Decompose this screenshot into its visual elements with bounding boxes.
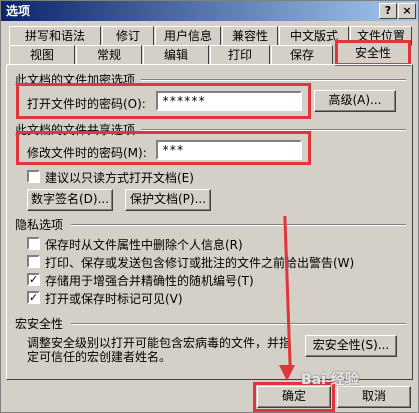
highlight-open-password (16, 83, 311, 119)
privacy-label-remove-info: 保存时从文件属性中删除个人信息(R) (45, 238, 243, 252)
tab-print[interactable]: 打印 (210, 45, 270, 65)
tab-view[interactable]: 视图 (9, 45, 75, 65)
privacy-checkbox-random-number[interactable]: ✓ (27, 273, 40, 286)
title-bar: 选项 ? × (1, 1, 418, 21)
readonly-label: 建议以只读方式打开文档(E) (45, 171, 194, 185)
privacy-section-divider (71, 224, 406, 226)
tab-compatibility[interactable]: 兼容性 (222, 26, 278, 46)
privacy-checkbox-visible-markup[interactable]: ✓ (27, 291, 40, 304)
tab-track-changes[interactable]: 修订 (102, 26, 154, 46)
window-title: 选项 (6, 4, 31, 18)
highlight-modify-password (16, 131, 311, 165)
digital-signature-button[interactable]: 数字签名(D)... (27, 189, 113, 211)
macro-description-line2: 定可信任的宏创建者姓名。 (27, 350, 172, 364)
tab-spelling-grammar[interactable]: 拼写和语法 (9, 26, 101, 46)
close-button[interactable]: × (398, 3, 416, 19)
encrypt-section-divider (141, 79, 406, 81)
watermark: Bai 经验 (301, 372, 359, 388)
privacy-checkbox-remove-info[interactable] (27, 237, 40, 250)
tab-security[interactable]: 安全性 (335, 40, 411, 66)
readonly-checkbox[interactable] (27, 170, 40, 183)
macro-security-button[interactable]: 宏安全性(S)... (305, 335, 397, 357)
annotation-arrow-head (279, 365, 295, 381)
macro-section-title: 宏安全性 (15, 317, 64, 331)
privacy-checkbox-warn[interactable] (27, 255, 40, 268)
tab-save[interactable]: 保存 (271, 45, 333, 65)
privacy-label-warn: 打印、保存或发送包含修订或批注的文件之前给出警告(W) (45, 256, 355, 270)
privacy-label-visible-markup: 打开或保存时标记可见(V) (45, 292, 183, 306)
protect-document-button[interactable]: 保护文档(P)... (125, 189, 211, 211)
macro-section-divider (71, 323, 406, 325)
privacy-section-title: 隐私选项 (15, 218, 64, 232)
tab-general[interactable]: 常规 (76, 45, 142, 65)
help-button[interactable]: ? (379, 3, 397, 19)
tab-edit[interactable]: 编辑 (143, 45, 209, 65)
cancel-button[interactable]: 取消 (337, 386, 411, 408)
privacy-label-random-number: 存储用于增强合并精确性的随机编号(T) (45, 274, 254, 288)
tab-user-info[interactable]: 用户信息 (155, 26, 221, 46)
advanced-button[interactable]: 高级(A)... (314, 90, 396, 112)
options-dialog: 选项 ? × 拼写和语法 修订 用户信息 兼容性 中文版式 文件位置 视图 常规… (0, 0, 419, 413)
